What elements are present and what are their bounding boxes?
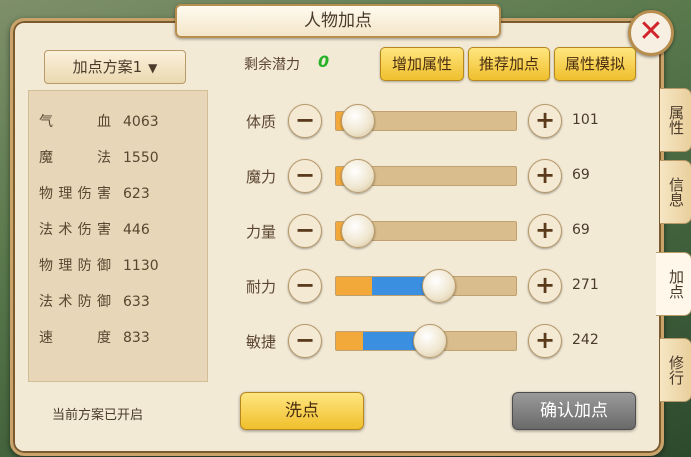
stats-box: 气血 4063 魔法 1550 物理伤害 623 法术伤害 446 物理防御 1130 法… bbox=[28, 90, 208, 382]
add-attribute-button[interactable]: 增加属性 bbox=[380, 47, 464, 81]
minus-icon: − bbox=[294, 271, 316, 299]
recommend-points-button[interactable]: 推荐加点 bbox=[468, 47, 550, 81]
stat-value: 623 bbox=[123, 186, 150, 202]
attribute-label: 体质 bbox=[246, 113, 277, 131]
potential-value: 0 bbox=[318, 52, 330, 71]
attribute-label: 力量 bbox=[246, 223, 277, 241]
slider-thumb[interactable] bbox=[340, 104, 375, 138]
plus-icon: + bbox=[534, 161, 556, 189]
wash-points-button[interactable]: 洗点 bbox=[240, 392, 364, 430]
attribute-value: 69 bbox=[572, 222, 590, 238]
stat-label: 法术防御 bbox=[39, 294, 111, 310]
stat-label: 气血 bbox=[39, 114, 111, 130]
slider-thumb[interactable] bbox=[412, 324, 447, 358]
stat-row-magic-def: 法术防御 633 bbox=[39, 291, 199, 311]
attribute-value: 271 bbox=[572, 277, 599, 293]
decrease-button[interactable]: − bbox=[288, 104, 322, 138]
stat-value: 446 bbox=[123, 222, 150, 238]
increase-button[interactable]: + bbox=[528, 104, 562, 138]
tab-add-points[interactable]: 加点 bbox=[656, 252, 691, 316]
plus-icon: + bbox=[534, 216, 556, 244]
base-fill bbox=[336, 332, 363, 350]
stat-label: 速度 bbox=[39, 330, 111, 346]
chevron-down-icon: ▼ bbox=[148, 61, 158, 75]
decrease-button[interactable]: − bbox=[288, 159, 322, 193]
base-fill bbox=[336, 277, 372, 295]
plus-icon: + bbox=[534, 106, 556, 134]
stat-value: 1550 bbox=[123, 150, 159, 166]
tab-attributes[interactable]: 属性 bbox=[660, 88, 691, 152]
plus-icon: + bbox=[534, 326, 556, 354]
stat-value: 1130 bbox=[123, 258, 159, 274]
confirm-points-button[interactable]: 确认加点 bbox=[512, 392, 636, 430]
decrease-button[interactable]: − bbox=[288, 269, 322, 303]
plan-status-text: 当前方案已开启 bbox=[52, 408, 144, 423]
slider-thumb[interactable] bbox=[340, 159, 375, 193]
slider-thumb[interactable] bbox=[421, 269, 456, 303]
stat-row-phys-def: 物理防御 1130 bbox=[39, 255, 199, 275]
tab-cultivation[interactable]: 修行 bbox=[660, 338, 691, 402]
minus-icon: − bbox=[294, 161, 316, 189]
stat-row-hp: 气血 4063 bbox=[39, 111, 199, 131]
attribute-value: 69 bbox=[572, 167, 590, 183]
window-title: 人物加点 bbox=[175, 4, 501, 38]
stat-row-phys-dmg: 物理伤害 623 bbox=[39, 183, 199, 203]
stat-row-magic-dmg: 法术伤害 446 bbox=[39, 219, 199, 239]
scheme-dropdown[interactable]: 加点方案1 ▼ bbox=[44, 50, 186, 84]
attribute-value: 101 bbox=[572, 112, 599, 128]
stat-label: 物理防御 bbox=[39, 258, 111, 274]
increase-button[interactable]: + bbox=[528, 159, 562, 193]
attribute-label: 敏捷 bbox=[246, 333, 277, 351]
decrease-button[interactable]: − bbox=[288, 324, 322, 358]
stat-value: 833 bbox=[123, 330, 150, 346]
stat-label: 法术伤害 bbox=[39, 222, 111, 238]
stat-label: 魔法 bbox=[39, 150, 111, 166]
stat-row-speed: 速度 833 bbox=[39, 327, 199, 347]
simulate-attributes-button[interactable]: 属性模拟 bbox=[554, 47, 636, 81]
stat-value: 633 bbox=[123, 294, 150, 310]
attribute-label: 魔力 bbox=[246, 168, 277, 186]
close-icon: ✕ bbox=[638, 14, 664, 49]
slider-thumb[interactable] bbox=[340, 214, 375, 248]
potential-label: 剩余潜力 bbox=[244, 57, 300, 73]
stat-label: 物理伤害 bbox=[39, 186, 111, 202]
increase-button[interactable]: + bbox=[528, 324, 562, 358]
plus-icon: + bbox=[534, 271, 556, 299]
decrease-button[interactable]: − bbox=[288, 214, 322, 248]
stat-row-mp: 魔法 1550 bbox=[39, 147, 199, 167]
minus-icon: − bbox=[294, 326, 316, 354]
scheme-selected: 加点方案1 bbox=[72, 58, 143, 76]
stats-column: 加点方案1 ▼ 气血 4063 魔法 1550 物理伤害 623 法术伤害 446 物理防… bbox=[28, 40, 208, 440]
stat-value: 4063 bbox=[123, 114, 159, 130]
attribute-label: 耐力 bbox=[246, 278, 277, 296]
increase-button[interactable]: + bbox=[528, 214, 562, 248]
increase-button[interactable]: + bbox=[528, 269, 562, 303]
tab-info[interactable]: 信息 bbox=[660, 160, 691, 224]
minus-icon: − bbox=[294, 106, 316, 134]
minus-icon: − bbox=[294, 216, 316, 244]
attribute-value: 242 bbox=[572, 332, 599, 348]
